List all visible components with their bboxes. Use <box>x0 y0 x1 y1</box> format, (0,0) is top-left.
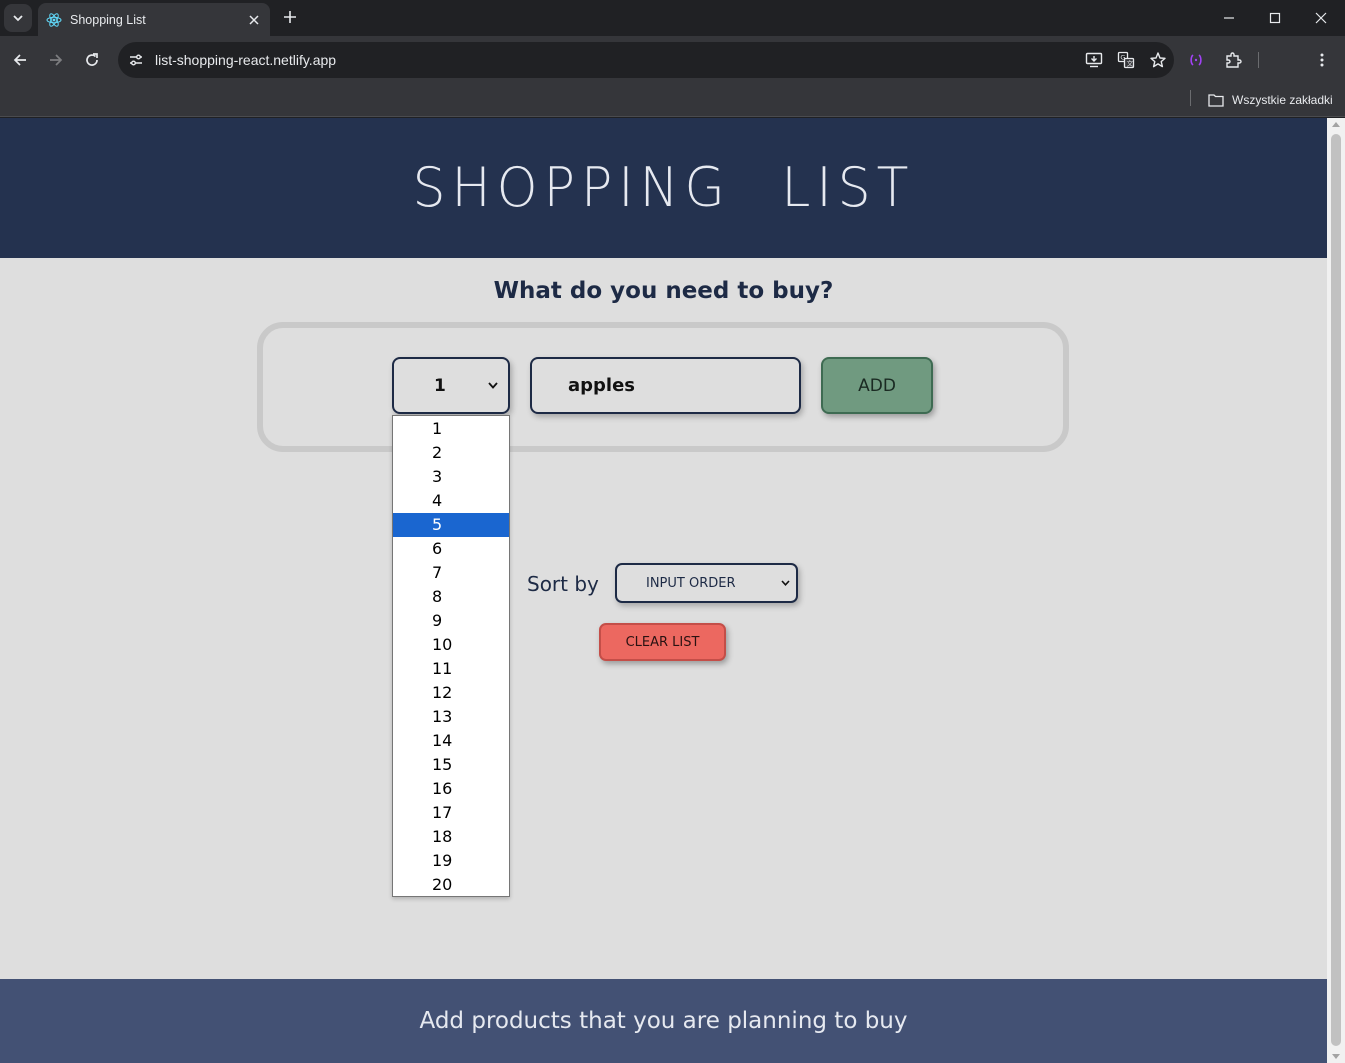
quantity-option[interactable]: 20 <box>393 873 509 897</box>
browser-titlebar: Shopping List <box>0 0 1345 36</box>
address-bar[interactable]: list-shopping-react.netlify.app G文 <box>118 42 1174 78</box>
bookmarks-divider <box>1190 90 1191 106</box>
clear-list-button[interactable]: CLEAR LIST <box>599 623 726 661</box>
chevron-down-icon <box>488 382 498 389</box>
svg-text:G: G <box>1120 54 1125 62</box>
page-header: Shopping List <box>0 118 1327 258</box>
close-window-icon[interactable] <box>1298 0 1344 36</box>
quantity-option[interactable]: 18 <box>393 825 509 849</box>
quantity-option[interactable]: 3 <box>393 465 509 489</box>
toolbar-divider <box>1258 52 1259 68</box>
forward-arrow-icon[interactable] <box>42 46 70 74</box>
quantity-select[interactable]: 1 <box>392 357 510 414</box>
add-button[interactable]: ADD <box>821 357 933 414</box>
scrollbar-thumb[interactable] <box>1331 134 1341 1046</box>
bookmark-star-icon[interactable] <box>1142 44 1174 76</box>
site-settings-icon[interactable] <box>122 46 150 74</box>
quantity-option[interactable]: 10 <box>393 633 509 657</box>
bookmarks-bar: Wszystkie zakładki <box>0 84 1345 117</box>
quantity-option[interactable]: 4 <box>393 489 509 513</box>
folder-icon <box>1208 94 1224 107</box>
quantity-option[interactable]: 17 <box>393 801 509 825</box>
extension-icon[interactable] <box>1182 46 1210 74</box>
quantity-option[interactable]: 8 <box>393 585 509 609</box>
sort-label: Sort by <box>527 572 599 596</box>
all-bookmarks-button[interactable]: Wszystkie zakładki <box>1208 88 1333 112</box>
new-tab-icon[interactable] <box>278 5 302 29</box>
page-footer: Add products that you are planning to bu… <box>0 979 1327 1063</box>
close-tab-icon[interactable] <box>242 8 266 32</box>
install-app-icon[interactable] <box>1078 44 1110 76</box>
scroll-down-arrow-icon[interactable] <box>1332 1054 1340 1059</box>
sort-value: INPUT ORDER <box>646 575 736 591</box>
chevron-down-icon <box>13 15 23 22</box>
back-arrow-icon[interactable] <box>6 46 34 74</box>
svg-text:文: 文 <box>1127 59 1134 68</box>
url-text: list-shopping-react.netlify.app <box>155 52 337 68</box>
browser-toolbar: list-shopping-react.netlify.app G文 <box>0 36 1345 84</box>
sort-select[interactable]: INPUT ORDER <box>615 563 798 603</box>
quantity-option[interactable]: 5 <box>393 513 509 537</box>
tab-title: Shopping List <box>70 12 146 27</box>
page-viewport: Shopping List What do you need to buy? 1… <box>0 118 1327 1063</box>
footer-text: Add products that you are planning to bu… <box>419 1008 908 1034</box>
translate-icon[interactable]: G文 <box>1110 44 1142 76</box>
page-title: Shopping List <box>412 156 915 220</box>
minimize-icon[interactable] <box>1206 0 1252 36</box>
extensions-puzzle-icon[interactable] <box>1219 46 1247 74</box>
quantity-option[interactable]: 12 <box>393 681 509 705</box>
chevron-down-icon <box>781 580 790 586</box>
quantity-option[interactable]: 13 <box>393 705 509 729</box>
browser-tab[interactable]: Shopping List <box>38 3 270 36</box>
all-bookmarks-label: Wszystkie zakładki <box>1232 93 1333 107</box>
more-menu-icon[interactable] <box>1308 46 1336 74</box>
maximize-icon[interactable] <box>1252 0 1298 36</box>
quantity-option[interactable]: 6 <box>393 537 509 561</box>
item-name-input[interactable]: apples <box>530 357 801 414</box>
reload-icon[interactable] <box>78 46 106 74</box>
quantity-option[interactable]: 19 <box>393 849 509 873</box>
quantity-dropdown-list: 1 2 3 4 5 6 7 8 9 10 11 12 13 14 15 16 17 18 19 20 <box>392 415 510 897</box>
quantity-value: 1 <box>434 375 446 396</box>
quantity-option[interactable]: 1 <box>393 417 509 441</box>
quantity-option[interactable]: 16 <box>393 777 509 801</box>
quantity-option[interactable]: 9 <box>393 609 509 633</box>
quantity-option[interactable]: 2 <box>393 441 509 465</box>
react-logo-icon <box>46 12 62 28</box>
tab-search-button[interactable] <box>4 4 32 32</box>
quantity-option[interactable]: 11 <box>393 657 509 681</box>
quantity-option[interactable]: 14 <box>393 729 509 753</box>
quantity-option[interactable]: 7 <box>393 561 509 585</box>
quantity-option[interactable]: 15 <box>393 753 509 777</box>
page-scrollbar[interactable] <box>1327 118 1345 1063</box>
form-question: What do you need to buy? <box>493 278 834 304</box>
scroll-up-arrow-icon[interactable] <box>1332 122 1340 127</box>
